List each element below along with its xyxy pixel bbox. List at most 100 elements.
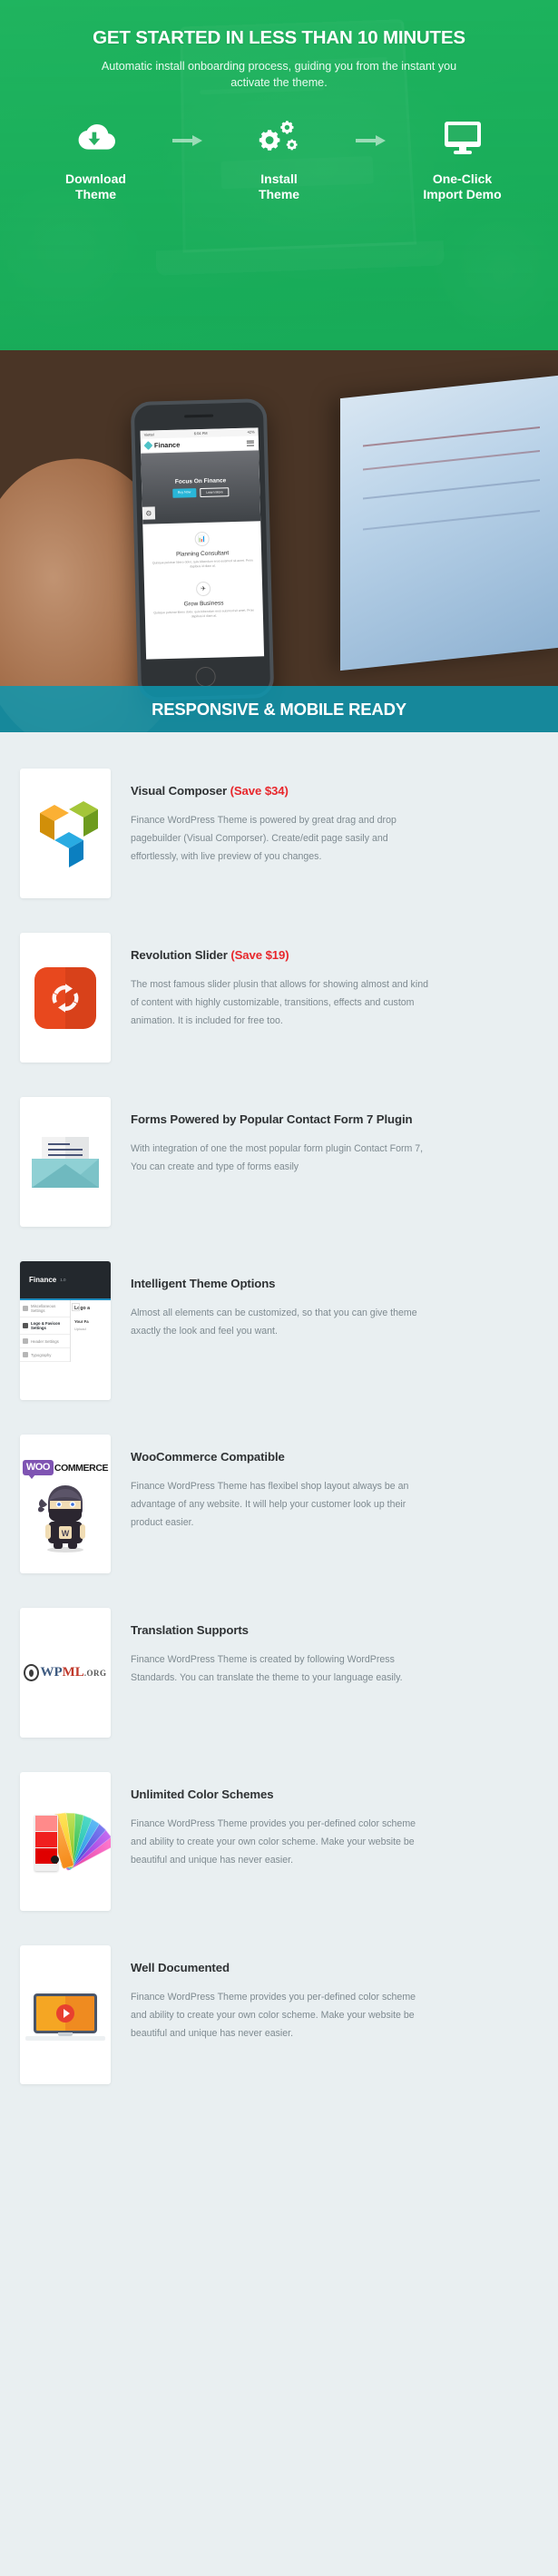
feature-description: The most famous slider plusin that allow… bbox=[131, 978, 428, 1027]
feature-body: WooCommerce Compatible Finance WordPress… bbox=[111, 1435, 430, 1573]
feature-title: Visual Composer (Save $34) bbox=[131, 784, 289, 798]
step-label: Download Theme bbox=[65, 171, 126, 202]
gear-icon[interactable]: ⚙ bbox=[142, 506, 156, 520]
step-label: Install Theme bbox=[258, 171, 300, 202]
feature-description: Finance WordPress Theme has flexibel sho… bbox=[131, 1480, 409, 1529]
feature-media bbox=[20, 769, 111, 898]
nav-item-logo-favicon[interactable]: Logo & Favicon Settings bbox=[20, 1317, 70, 1335]
hero-title: GET STARTED IN LESS THAN 10 MINUTES bbox=[93, 27, 465, 48]
nav-item-typography[interactable]: Typography bbox=[20, 1348, 70, 1362]
responsive-section: Viettel 6:04 PM 42% Finance Focus On Fin… bbox=[0, 350, 558, 732]
layout-icon bbox=[23, 1338, 28, 1344]
feature-media: Finance 1.0 Miscellaneous Settings Logo … bbox=[20, 1261, 111, 1400]
hero-section: GET STARTED IN LESS THAN 10 MINUTES Auto… bbox=[0, 0, 558, 350]
feature-body: Intelligent Theme Options Almost all ele… bbox=[111, 1261, 430, 1400]
woo-word: COMMERCE bbox=[54, 1462, 109, 1474]
wpml-logo-icon: WP ML .ORG bbox=[24, 1664, 106, 1681]
hero-subtitle: Automatic install onboarding process, gu… bbox=[101, 60, 457, 90]
feature-media bbox=[20, 1945, 111, 2084]
phone-speaker bbox=[184, 414, 214, 418]
feature-title: Revolution Slider (Save $19) bbox=[131, 948, 289, 962]
visual-composer-logo-icon bbox=[20, 769, 111, 898]
chart-icon: 📊 bbox=[194, 531, 210, 547]
feature-title: Unlimited Color Schemes bbox=[131, 1788, 274, 1801]
panel-field-hint: Upload bbox=[74, 1327, 86, 1331]
desktop-monitor-graphic bbox=[340, 374, 558, 671]
feature-description: Finance WordPress Theme is powered by gr… bbox=[131, 814, 396, 863]
step-one-click-import-demo[interactable]: One-Click Import Demo bbox=[395, 115, 531, 203]
phone-primary-button[interactable]: Buy Now bbox=[171, 487, 197, 498]
phone-block-heading: Planning Consultant bbox=[175, 550, 230, 558]
responsive-banner-text: RESPONSIVE & MOBILE READY bbox=[152, 699, 406, 719]
feature-title: Forms Powered by Popular Contact Form 7 … bbox=[131, 1112, 413, 1126]
phone-screen: Viettel 6:04 PM 42% Finance Focus On Fin… bbox=[140, 427, 265, 660]
feature-body: Forms Powered by Popular Contact Form 7 … bbox=[111, 1097, 430, 1227]
play-icon bbox=[56, 2003, 74, 2023]
feature-media: WP ML .ORG bbox=[20, 1608, 111, 1738]
feature-revolution-slider: Revolution Slider (Save $19) The most fa… bbox=[0, 933, 558, 1063]
phone-mockup: Viettel 6:04 PM 42% Finance Focus On Fin… bbox=[130, 398, 275, 701]
wpml-wp: WP bbox=[40, 1665, 63, 1680]
feature-body: Well Documented Finance WordPress Theme … bbox=[111, 1945, 430, 2084]
feature-theme-options: Finance 1.0 Miscellaneous Settings Logo … bbox=[0, 1261, 558, 1400]
feature-well-documented: Well Documented Finance WordPress Theme … bbox=[0, 1945, 558, 2084]
fan-pivot bbox=[51, 1855, 59, 1864]
feature-save-badge: (Save $19) bbox=[230, 948, 289, 962]
feature-description: Finance WordPress Theme provides you per… bbox=[131, 1991, 416, 2040]
step-download-theme[interactable]: Download Theme bbox=[28, 115, 164, 203]
phone-block-1: 📊 Planning Consultant Quisque pulvinar l… bbox=[142, 521, 261, 574]
phone-home-button[interactable] bbox=[195, 666, 216, 688]
phone-block-text-2: Quisque pulvinar libero dolor, quis bibe… bbox=[153, 608, 255, 619]
feature-media: WOO COMMERCE W bbox=[20, 1435, 111, 1573]
screenshot-header: Finance 1.0 bbox=[20, 1261, 111, 1298]
woo-mark: WOO bbox=[22, 1460, 54, 1479]
status-battery: 42% bbox=[247, 429, 255, 435]
feature-body: Visual Composer (Save $34) Finance WordP… bbox=[111, 769, 430, 898]
wpml-org: .ORG bbox=[83, 1668, 107, 1678]
phone-brand-text: Finance bbox=[153, 440, 181, 450]
arrow-right-icon bbox=[164, 115, 211, 148]
envelope-icon bbox=[32, 1136, 99, 1188]
feature-body: Revolution Slider (Save $19) The most fa… bbox=[111, 933, 430, 1063]
status-time: 6:04 PM bbox=[193, 430, 208, 436]
phone-block-heading-2: Grow Business bbox=[183, 600, 224, 608]
nav-item-header[interactable]: Header Settings bbox=[20, 1335, 70, 1348]
nav-item-miscellaneous[interactable]: Miscellaneous Settings bbox=[20, 1300, 70, 1317]
phone-block-text: Quisque pulvinar libero dolor, quis bibe… bbox=[152, 558, 253, 569]
hamburger-menu-icon[interactable] bbox=[246, 439, 255, 446]
finance-logo-icon bbox=[143, 441, 153, 450]
image-icon bbox=[23, 1323, 28, 1328]
onboarding-steps: Download Theme Install Theme One-Click I… bbox=[0, 115, 558, 203]
svg-text:W: W bbox=[62, 1529, 70, 1538]
font-icon bbox=[23, 1352, 28, 1357]
woocommerce-logo-icon: WOO COMMERCE W bbox=[22, 1455, 109, 1553]
step-install-theme[interactable]: Install Theme bbox=[211, 115, 348, 203]
features-section: Visual Composer (Save $34) Finance WordP… bbox=[0, 732, 558, 2115]
ninja-mascot-icon: W bbox=[37, 1485, 85, 1552]
wpml-drop-icon bbox=[24, 1664, 40, 1681]
wpml-ml: ML bbox=[62, 1665, 84, 1680]
revolution-slider-logo-icon bbox=[34, 966, 96, 1029]
feature-title: Translation Supports bbox=[131, 1623, 249, 1637]
status-carrier: Viettel bbox=[143, 432, 154, 437]
screenshot-version: 1.0 bbox=[60, 1278, 66, 1282]
feature-contact-form-7: Forms Powered by Popular Contact Form 7 … bbox=[0, 1097, 558, 1227]
feature-title: WooCommerce Compatible bbox=[131, 1450, 285, 1464]
phone-secondary-button[interactable]: Learn More bbox=[200, 486, 230, 497]
feature-media bbox=[20, 1772, 111, 1911]
feature-description: Almost all elements can be customized, s… bbox=[131, 1307, 417, 1337]
responsive-banner: RESPONSIVE & MOBILE READY bbox=[0, 686, 558, 732]
feature-description: Finance WordPress Theme is created by fo… bbox=[131, 1653, 403, 1684]
feature-title: Intelligent Theme Options bbox=[131, 1277, 276, 1290]
feature-save-badge: (Save $34) bbox=[230, 784, 289, 798]
feature-visual-composer: Visual Composer (Save $34) Finance WordP… bbox=[0, 769, 558, 898]
screenshot-nav: Miscellaneous Settings Logo & Favicon Se… bbox=[20, 1300, 71, 1362]
arrow-right-icon-2 bbox=[348, 115, 395, 148]
feature-body: Translation Supports Finance WordPress T… bbox=[111, 1608, 430, 1738]
monitor-icon bbox=[395, 115, 531, 161]
step-label: One-Click Import Demo bbox=[423, 171, 502, 202]
feature-translation: WP ML .ORG Translation Supports Finance … bbox=[0, 1608, 558, 1738]
feature-title: Well Documented bbox=[131, 1961, 230, 1974]
rocket-icon: ✈ bbox=[195, 581, 211, 597]
gears-icon bbox=[211, 115, 348, 161]
